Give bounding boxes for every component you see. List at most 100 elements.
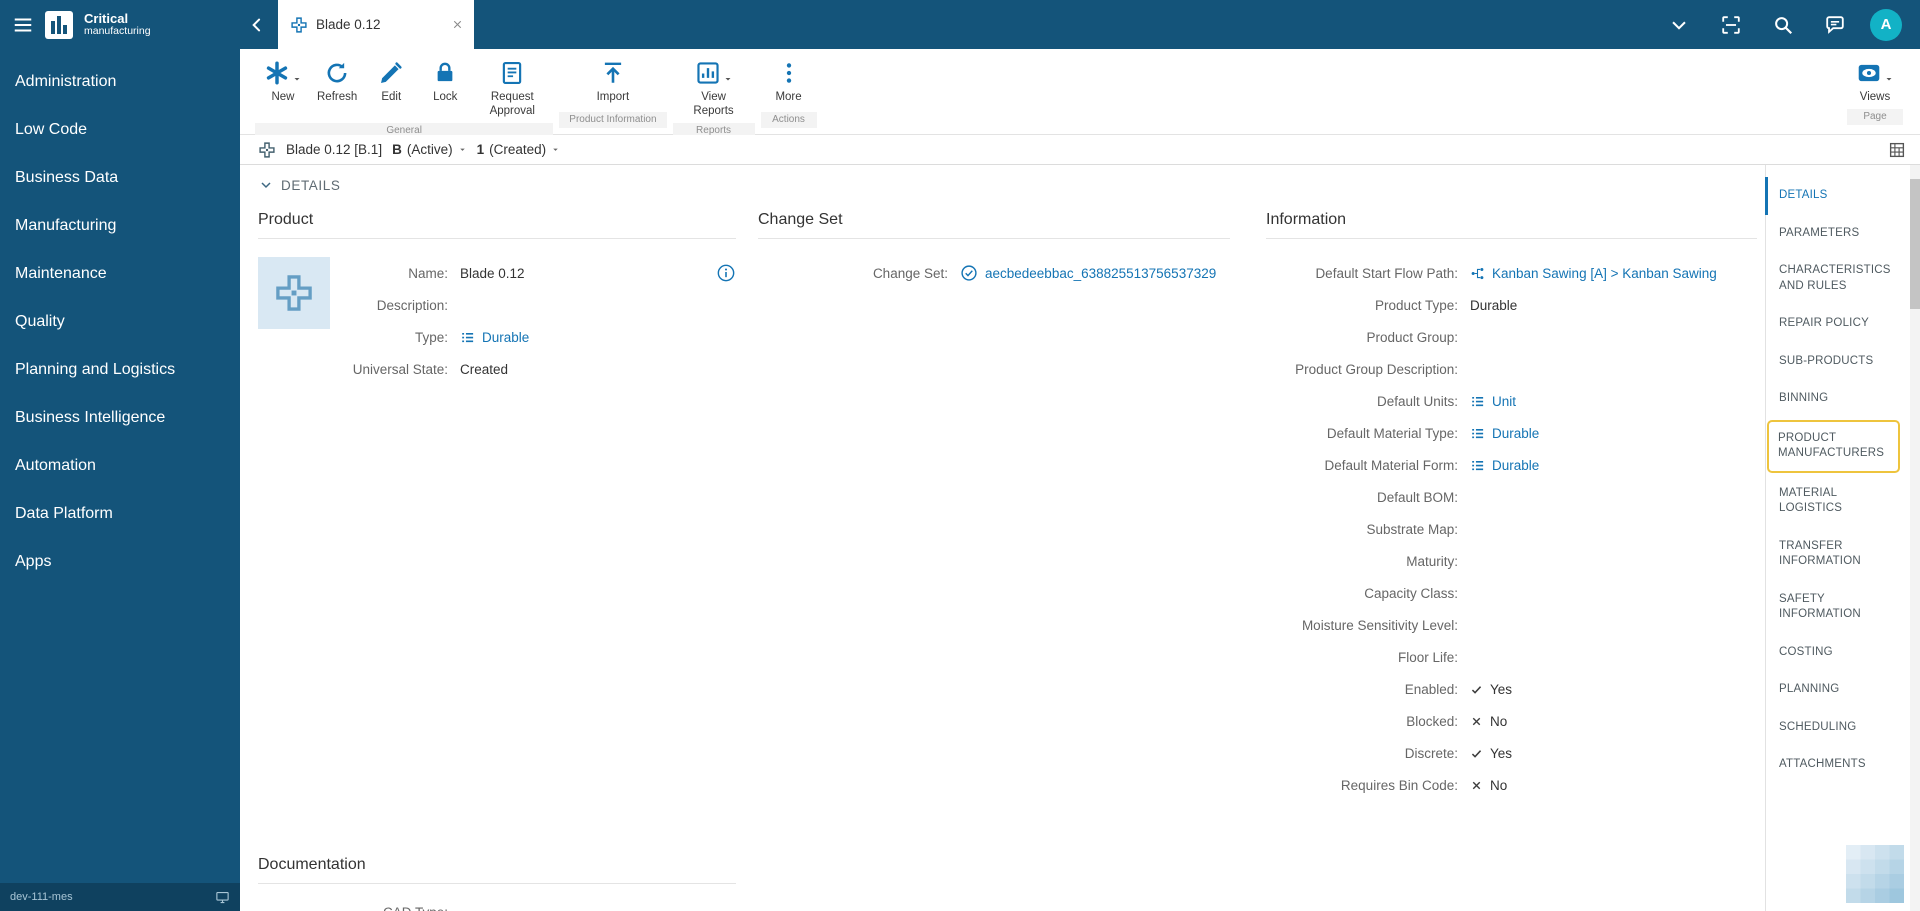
page-section-nav: DETAILS PARAMETERS CHARACTERISTICS AND RUL… <box>1765 165 1910 911</box>
nav-item-parameters[interactable]: PARAMETERS <box>1765 215 1906 253</box>
sidebar-item-low-code[interactable]: Low Code <box>0 106 240 154</box>
nav-item-product-manufacturers[interactable]: PRODUCT MANUFACTURERS <box>1767 419 1900 473</box>
field-row-discrete: Discrete: Yes <box>1266 737 1765 769</box>
nav-item-binning[interactable]: BINNING <box>1765 380 1906 418</box>
nav-item-sub-products[interactable]: SUB-PRODUCTS <box>1765 343 1906 381</box>
version-letter: B <box>392 142 402 157</box>
views-icon <box>1856 60 1882 86</box>
product-image <box>258 257 330 329</box>
field-value[interactable]: Durable <box>460 328 529 346</box>
field-value[interactable]: Unit <box>1470 392 1516 410</box>
info-icon[interactable] <box>716 263 736 283</box>
sidebar-item-data-platform[interactable]: Data Platform <box>0 490 240 538</box>
monitor-icon[interactable] <box>215 890 230 905</box>
scan-icon[interactable] <box>1720 14 1742 36</box>
field-row-name: Name: Blade 0.12 <box>344 257 758 289</box>
check-circle-icon <box>960 264 978 282</box>
nav-item-repair-policy[interactable]: REPAIR POLICY <box>1765 305 1906 343</box>
sidebar-item-business-intelligence[interactable]: Business Intelligence <box>0 394 240 442</box>
nav-item-transfer-information[interactable]: TRANSFER INFORMATION <box>1765 528 1906 581</box>
nav-item-costing[interactable]: COSTING <box>1765 634 1906 672</box>
sidebar-item-automation[interactable]: Automation <box>0 442 240 490</box>
edit-icon <box>378 60 404 86</box>
scrollbar-thumb[interactable] <box>1910 179 1920 309</box>
field-label: Default Units: <box>1376 393 1458 409</box>
revision-selector[interactable]: 1 (Created) <box>477 142 561 157</box>
details-header-label: DETAILS <box>281 177 341 193</box>
tab-blade-0-12[interactable]: Blade 0.12 <box>278 0 474 49</box>
field-row-default-material-type: Default Material Type: Durable <box>1266 417 1765 449</box>
field-value[interactable]: Durable <box>1470 456 1539 474</box>
field-value[interactable]: Kanban Sawing [A] > Kanban Sawing <box>1470 264 1717 282</box>
sidebar-item-business-data[interactable]: Business Data <box>0 154 240 202</box>
field-label: Requires Bin Code: <box>1340 777 1458 793</box>
field-row-product-group-description: Product Group Description: <box>1266 353 1765 385</box>
ribbon-group-product-information: Import Product Information <box>558 49 667 134</box>
section-title-information: Information <box>1266 211 1757 239</box>
sidebar-item-maintenance[interactable]: Maintenance <box>0 250 240 298</box>
asterisk-icon <box>264 60 290 86</box>
close-tab-icon[interactable] <box>451 18 464 31</box>
sidebar-item-administration[interactable]: Administration <box>0 58 240 106</box>
nav-item-scheduling[interactable]: SCHEDULING <box>1765 709 1906 747</box>
view-reports-button[interactable]: View Reports <box>674 56 754 121</box>
app-root: Critical manufacturing Administration Low… <box>0 0 1920 911</box>
field-label: Product Group: <box>1366 329 1458 345</box>
sidebar-item-quality[interactable]: Quality <box>0 298 240 346</box>
import-button[interactable]: Import <box>586 56 640 107</box>
nav-item-attachments[interactable]: ATTACHMENTS <box>1765 746 1906 784</box>
refresh-button[interactable]: Refresh <box>310 56 364 107</box>
change-set-link[interactable]: aecbedeebbac_638825513756537329 <box>960 264 1216 282</box>
nav-item-material-logistics[interactable]: MATERIAL LOGISTICS <box>1765 475 1906 528</box>
lock-button[interactable]: Lock <box>418 56 472 107</box>
field-label: Change Set: <box>872 265 948 281</box>
nav-item-safety-information[interactable]: SAFETY INFORMATION <box>1765 581 1906 634</box>
scrollbar[interactable] <box>1910 165 1920 911</box>
user-avatar[interactable]: A <box>1870 8 1902 41</box>
back-icon <box>247 15 267 35</box>
new-button[interactable]: New <box>256 56 310 107</box>
information-section: Information Default Start Flow Path: Kanb… <box>1266 211 1765 801</box>
request-approval-button[interactable]: Request Approval <box>472 56 552 121</box>
field-row-description: Description: <box>344 289 758 321</box>
list-icon <box>1470 394 1485 409</box>
sidebar-item-manufacturing[interactable]: Manufacturing <box>0 202 240 250</box>
nav-item-characteristics-and-rules[interactable]: CHARACTERISTICS AND RULES <box>1765 252 1906 305</box>
nav-item-planning[interactable]: PLANNING <box>1765 671 1906 709</box>
field-value[interactable]: Durable <box>1470 424 1539 442</box>
edit-button[interactable]: Edit <box>364 56 418 107</box>
version-selector[interactable]: B (Active) <box>392 142 467 157</box>
details-section-toggle[interactable]: DETAILS <box>258 177 1765 193</box>
sidebar-footer: dev-111-mes <box>0 883 240 911</box>
field-row-maturity: Maturity: <box>1266 545 1765 577</box>
field-label: Blocked: <box>1406 713 1458 729</box>
button-label: More <box>775 91 802 103</box>
grid-view-icon[interactable] <box>1888 141 1906 159</box>
ribbon-group-actions: More Actions <box>760 49 818 134</box>
views-button[interactable]: Views <box>1848 56 1902 107</box>
sidebar: Critical manufacturing Administration Low… <box>0 0 240 911</box>
field-label: Default Material Form: <box>1324 457 1458 473</box>
search-icon[interactable] <box>1772 14 1794 36</box>
version-state: (Active) <box>406 142 453 157</box>
topbar: Blade 0.12 A <box>240 0 1920 49</box>
more-button[interactable]: More <box>762 56 816 107</box>
chevron-down-icon[interactable] <box>1668 14 1690 36</box>
nav-item-details[interactable]: DETAILS <box>1765 177 1906 215</box>
field-row-moisture-sensitivity-level: Moisture Sensitivity Level: <box>1266 609 1765 641</box>
back-button[interactable] <box>240 0 274 49</box>
field-row-universal-state: Universal State: Created <box>344 353 758 385</box>
widget-panel-thumbnail[interactable] <box>1846 845 1904 903</box>
chat-icon[interactable] <box>1824 14 1846 36</box>
hamburger-menu-icon[interactable] <box>12 14 34 36</box>
logo-line1: Critical <box>84 11 129 27</box>
chevron-down-icon <box>551 145 560 154</box>
field-label: Default BOM: <box>1376 489 1458 505</box>
sidebar-item-apps[interactable]: Apps <box>0 538 240 586</box>
field-row-product-group: Product Group: <box>1266 321 1765 353</box>
button-label: Edit <box>381 91 402 103</box>
field-label: Enabled: <box>1404 681 1458 697</box>
sidebar-item-planning-and-logistics[interactable]: Planning and Logistics <box>0 346 240 394</box>
button-label: Lock <box>433 91 458 103</box>
field-row-type: Type: Durable <box>344 321 758 353</box>
